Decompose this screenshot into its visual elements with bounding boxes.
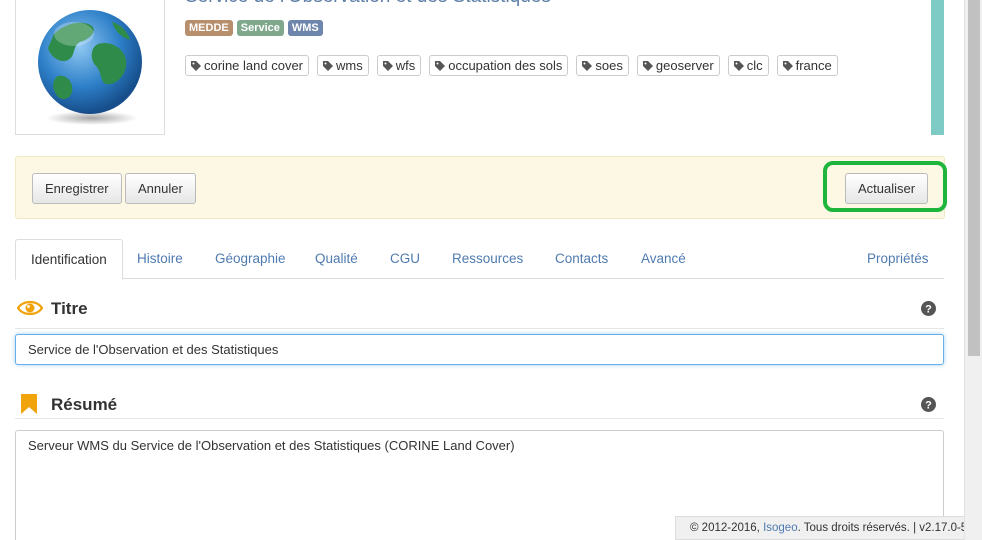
keyword-list: corine land cover wms wfs occupation des…	[185, 55, 838, 76]
keyword-tag[interactable]: occupation des sols	[429, 55, 569, 76]
eye-icon	[17, 300, 43, 316]
tag-icon	[582, 60, 593, 71]
tab-ressources[interactable]: Ressources	[452, 239, 523, 279]
globe-icon	[38, 10, 142, 125]
badge-medde: MEDDE	[185, 20, 233, 36]
keyword-label: occupation des sols	[448, 58, 563, 73]
keyword-tag[interactable]: clc	[727, 55, 769, 76]
keyword-tag[interactable]: wfs	[376, 55, 422, 76]
svg-text:?: ?	[925, 400, 932, 412]
footer: © 2012-2016, Isogeo. Tous droits réservé…	[675, 516, 980, 540]
tab-bar: Identification Histoire Géographie Quali…	[15, 239, 944, 280]
tag-icon	[642, 60, 653, 71]
tab-histoire[interactable]: Histoire	[137, 239, 183, 279]
summary-section-label: Résumé	[51, 395, 118, 414]
help-icon[interactable]: ?	[921, 397, 936, 412]
action-bar: Enregistrer Annuler Actualiser	[15, 156, 945, 219]
tab-cgu[interactable]: CGU	[390, 239, 420, 279]
tag-icon	[733, 60, 744, 71]
keyword-label: geoserver	[655, 58, 714, 73]
accent-bar	[931, 0, 944, 135]
keyword-label: france	[795, 58, 832, 73]
title-section-header: Titre ?	[15, 295, 944, 329]
keyword-label: soes	[595, 58, 623, 73]
badge-wms: WMS	[287, 20, 323, 36]
scrollbar-thumb[interactable]	[968, 0, 980, 356]
footer-copyright: © 2012-2016,	[690, 522, 764, 534]
tab-proprietes[interactable]: Propriétés	[867, 239, 929, 279]
tab-avance[interactable]: Avancé	[641, 239, 686, 279]
tag-icon	[191, 60, 201, 71]
keyword-label: wms	[336, 58, 363, 73]
save-button[interactable]: Enregistrer	[32, 173, 122, 204]
keyword-label: wfs	[395, 58, 416, 73]
tag-icon	[382, 60, 393, 71]
badge-service: Service	[236, 20, 284, 36]
cancel-button[interactable]: Annuler	[125, 173, 196, 204]
keyword-label: clc	[746, 58, 763, 73]
bookmark-icon	[21, 394, 37, 414]
title-section-label: Titre	[51, 299, 88, 318]
tab-geographie[interactable]: Géographie	[215, 239, 286, 279]
tab-contacts[interactable]: Contacts	[555, 239, 608, 279]
keyword-tag[interactable]: corine land cover	[185, 55, 309, 76]
badge-group: MEDDE Service WMS	[185, 20, 323, 36]
page-title: Service de l'Observation et des Statisti…	[185, 0, 551, 8]
help-icon[interactable]: ?	[921, 301, 936, 316]
keyword-tag[interactable]: geoserver	[636, 55, 720, 76]
keyword-tag[interactable]: wms	[317, 55, 369, 76]
keyword-label: corine land cover	[204, 58, 303, 73]
keyword-tag[interactable]: soes	[576, 55, 629, 76]
thumbnail	[15, 0, 165, 135]
footer-rights: . Tous droits réservés. | v2.17.0-526	[797, 522, 980, 534]
title-field[interactable]	[15, 334, 944, 365]
tag-icon	[435, 60, 446, 71]
tab-identification[interactable]: Identification	[15, 239, 123, 280]
tag-icon	[782, 60, 793, 71]
scrollbar[interactable]	[964, 0, 982, 540]
keyword-tag[interactable]: france	[776, 55, 838, 76]
tag-icon	[323, 60, 333, 71]
svg-text:?: ?	[925, 304, 932, 316]
refresh-button[interactable]: Actualiser	[845, 173, 929, 204]
tab-qualite[interactable]: Qualité	[315, 239, 358, 279]
footer-brand-link[interactable]: Isogeo	[763, 522, 798, 534]
summary-section-header: Résumé ?	[15, 391, 944, 419]
